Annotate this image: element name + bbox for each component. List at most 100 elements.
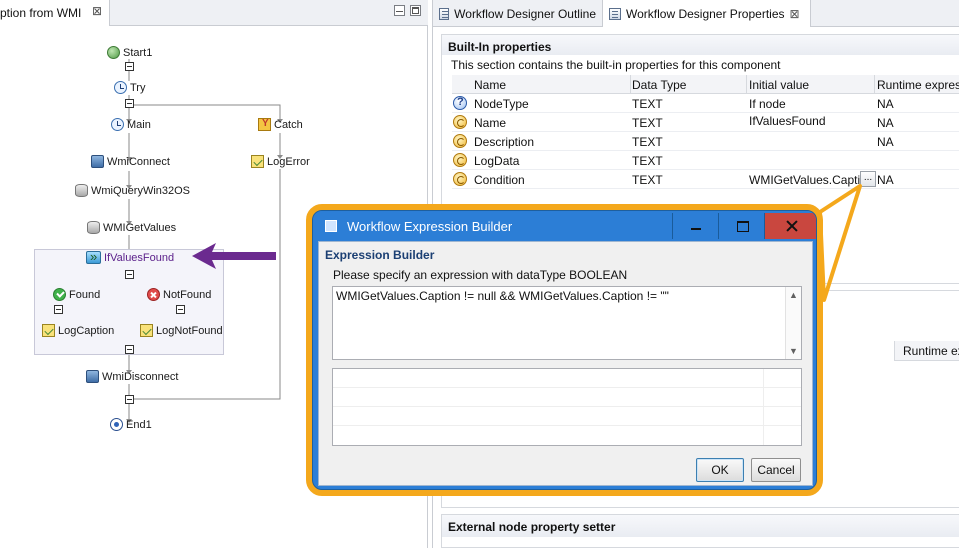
cell-name: Description [474, 135, 535, 149]
node-label: LogError [267, 155, 310, 168]
notfound-junction [176, 305, 185, 314]
table-row[interactable]: LogData TEXT [452, 151, 959, 170]
node-end[interactable]: End1 [110, 418, 152, 431]
list-divider [333, 425, 801, 426]
cell-type: TEXT [632, 173, 663, 187]
column-header[interactable]: Name [474, 78, 634, 92]
tab-outline[interactable]: Workflow Designer Outline [433, 0, 603, 27]
node-label: WmiConnect [107, 155, 170, 168]
node-logerror[interactable]: LogError [251, 155, 310, 168]
node-label: End1 [126, 418, 152, 431]
cancel-button[interactable]: Cancel [751, 458, 801, 482]
table-row[interactable]: NodeType TEXT If node NA [452, 94, 959, 113]
node-ifvaluesfound[interactable]: IfValuesFound [86, 249, 175, 264]
node-label: Found [69, 288, 101, 301]
node-label: WMIGetValues [103, 221, 177, 234]
database-icon [75, 184, 88, 197]
column-header[interactable]: Runtime ex [903, 344, 959, 358]
column-header[interactable]: Runtime expressi [877, 78, 959, 92]
column-divider[interactable] [746, 75, 747, 94]
cell-runtime[interactable]: NA [877, 97, 959, 111]
maximize-button[interactable] [718, 213, 764, 239]
expression-builder-dialog: Workflow Expression Builder Expression B… [312, 210, 817, 490]
cell-initial[interactable]: WMIGetValues.Capti [749, 173, 861, 187]
node-found[interactable]: Found [53, 288, 100, 301]
close-button[interactable] [764, 213, 816, 239]
node-try[interactable]: Try [114, 81, 145, 94]
cell-type: TEXT [632, 116, 663, 130]
ok-button[interactable]: OK [696, 458, 744, 482]
node-main[interactable]: Main [111, 118, 151, 131]
suggestion-list[interactable] [332, 368, 802, 446]
cell-type: TEXT [632, 135, 663, 149]
node-label: Try [130, 81, 146, 94]
section-title: Expression Builder [325, 248, 435, 262]
node-notfound[interactable]: NotFound [147, 288, 211, 301]
if-split-junction [125, 270, 134, 279]
node-catch[interactable]: Catch [258, 118, 303, 131]
cell-runtime[interactable]: NA [877, 116, 959, 130]
maximize-icon[interactable] [410, 5, 421, 16]
column-divider[interactable] [630, 75, 631, 94]
cell-initial[interactable]: IfValuesFound [749, 114, 873, 128]
node-wmidisconnect[interactable]: WmiDisconnect [86, 370, 178, 383]
cell-runtime[interactable]: NA [877, 173, 959, 187]
network-icon [86, 370, 99, 383]
scroll-up-icon[interactable]: ▲ [786, 287, 801, 303]
column-divider[interactable] [874, 75, 875, 94]
node-label: Main [127, 118, 151, 131]
help-icon [453, 96, 467, 110]
database-icon [87, 221, 100, 234]
sequence-clock-icon [111, 118, 124, 131]
table-row[interactable]: Condition TEXT WMIGetValues.Capti ... NA [452, 170, 959, 189]
editor-tab[interactable]: ption from WMI ⊠ [0, 0, 110, 26]
node-label: Start1 [123, 46, 153, 59]
cell-name: Name [474, 116, 507, 130]
cell-runtime[interactable]: NA [877, 135, 959, 149]
column-header[interactable]: Initial value [749, 78, 873, 92]
list-divider [333, 387, 801, 388]
dialog-title-bar[interactable]: Workflow Expression Builder [313, 211, 816, 241]
tab-outline-label: Workflow Designer Outline [454, 6, 596, 21]
node-logcaption[interactable]: LogCaption [42, 324, 114, 337]
node-wmiconnect[interactable]: WmiConnect [91, 155, 170, 168]
close-icon[interactable]: ⊠ [92, 4, 102, 18]
tab-properties-label: Workflow Designer Properties [626, 6, 785, 21]
external-node-setter-section: External node property setter [441, 514, 959, 548]
table-row[interactable]: Name TEXT IfValuesFound NA [452, 113, 959, 132]
outline-icon [439, 7, 450, 20]
cell-initial[interactable]: If node [749, 97, 873, 111]
table-header: Runtime ex [894, 341, 959, 361]
column-header[interactable]: Data Type [632, 78, 742, 92]
node-lognotfound[interactable]: LogNotFound [140, 324, 223, 337]
catch-icon [258, 118, 271, 131]
node-label: NotFound [163, 288, 212, 301]
table-row[interactable]: Description TEXT NA [452, 132, 959, 151]
tab-properties[interactable]: Workflow Designer Properties ⊠ [603, 0, 811, 27]
end-icon [110, 418, 123, 431]
try-junction [125, 99, 134, 108]
list-divider [763, 369, 764, 445]
node-label: LogNotFound [156, 324, 223, 337]
edit-expression-button[interactable]: ... [860, 171, 876, 187]
node-start[interactable]: Start1 [107, 46, 152, 59]
close-icon[interactable]: ⊠ [790, 7, 800, 21]
node-label: IfValuesFound [104, 251, 175, 264]
expression-text: WMIGetValues.Caption != null && WMIGetVa… [336, 289, 669, 303]
section-title: Built-In properties [442, 35, 959, 55]
found-junction [54, 305, 63, 314]
node-wmigetvalues[interactable]: WMIGetValues [87, 221, 176, 234]
properties-table: Name Data Type Initial value Runtime exp… [452, 75, 959, 189]
dialog-title: Workflow Expression Builder [347, 219, 513, 234]
scrollbar[interactable]: ▲ ▼ [785, 287, 801, 359]
cell-name: LogData [474, 154, 520, 168]
cross-icon [147, 288, 160, 301]
minimize-button[interactable] [672, 213, 718, 239]
log-message-icon [140, 324, 153, 337]
node-wmiquery[interactable]: WmiQueryWin32OS [75, 184, 190, 197]
window-icon [325, 220, 337, 232]
scroll-down-icon[interactable]: ▼ [786, 343, 801, 359]
if-node-icon [86, 249, 101, 264]
expression-input[interactable]: WMIGetValues.Caption != null && WMIGetVa… [332, 286, 802, 360]
minimize-icon[interactable] [394, 5, 405, 16]
